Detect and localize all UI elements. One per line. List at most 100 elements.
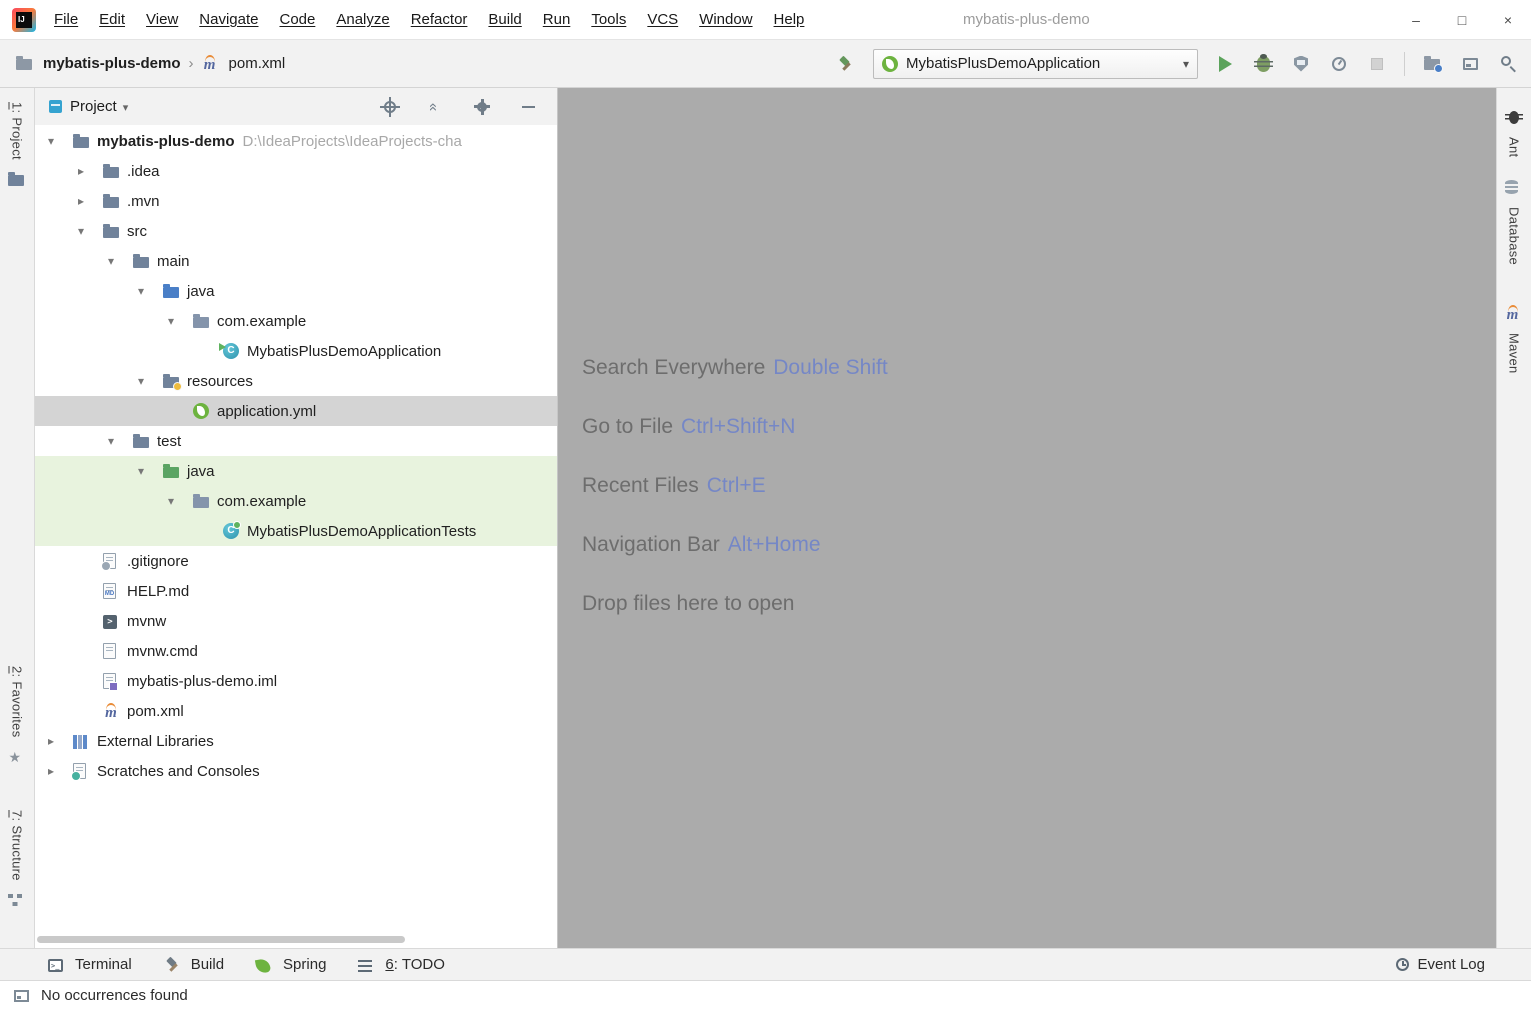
menu-item-tools[interactable]: Tools <box>591 11 626 28</box>
folder-icon <box>133 257 149 268</box>
toolwindow-button-terminal[interactable]: Terminal <box>48 956 132 974</box>
tree-item-label: java <box>187 283 215 300</box>
toolwindow-button-structure[interactable]: 7: Structure <box>0 810 34 910</box>
menu-item-help[interactable]: Help <box>774 11 805 28</box>
toolwindow-button-ant[interactable]: Ant <box>1497 108 1531 157</box>
tree-item-mybatisplusdemoapplicationtests[interactable]: MybatisPlusDemoApplicationTests <box>35 516 557 546</box>
todo-icon <box>358 960 372 972</box>
run-button[interactable] <box>1214 53 1236 75</box>
settings-button[interactable] <box>471 96 493 118</box>
chevron-down-icon[interactable]: ▾ <box>105 434 133 448</box>
coverage-button[interactable] <box>1290 53 1312 75</box>
chevron-right-icon[interactable]: ▸ <box>75 194 103 208</box>
hammer-icon <box>837 55 855 73</box>
file-icon <box>103 643 116 659</box>
chevron-down-icon[interactable]: ▾ <box>105 254 133 268</box>
locate-file-button[interactable] <box>379 96 401 118</box>
menu-item-refactor[interactable]: Refactor <box>411 11 468 28</box>
build-project-button[interactable] <box>835 53 857 75</box>
menu-item-navigate[interactable]: Navigate <box>199 11 258 28</box>
debug-button[interactable] <box>1252 53 1274 75</box>
chevron-right-icon[interactable]: ▸ <box>45 764 73 778</box>
tree-item-label: test <box>157 433 181 450</box>
collapse-all-button[interactable] <box>425 96 447 118</box>
tree-item-mybatis-plus-demo-iml[interactable]: mybatis-plus-demo.iml <box>35 666 557 696</box>
tree-item-gitignore[interactable]: .gitignore <box>35 546 557 576</box>
tree-item-mybatis-plus-demo[interactable]: ▾mybatis-plus-demoD:\IdeaProjects\IdeaPr… <box>35 126 557 156</box>
profiler-button[interactable] <box>1328 53 1350 75</box>
folder-icon <box>73 137 89 148</box>
hint-shortcut: Alt+Home <box>728 533 821 556</box>
event-log-label: Event Log <box>1417 956 1485 973</box>
iml-icon <box>103 673 116 689</box>
status-bar: No occurrences found <box>0 980 1531 1010</box>
run-configuration-select[interactable]: MybatisPlusDemoApplication <box>873 49 1198 79</box>
menu-item-window[interactable]: Window <box>699 11 752 28</box>
toolwindow-button-project[interactable]: 1: Project <box>0 102 34 189</box>
tree-item-application-yml[interactable]: application.yml <box>35 396 557 426</box>
tree-item-main[interactable]: ▾ main <box>35 246 557 276</box>
chevron-right-icon[interactable]: ▸ <box>75 164 103 178</box>
tree-item-com-example[interactable]: ▾com.example <box>35 306 557 336</box>
chevron-down-icon[interactable]: ▾ <box>165 314 193 328</box>
tree-item-com-example[interactable]: ▾com.example <box>35 486 557 516</box>
toolwindow-button-spring[interactable]: Spring <box>256 956 326 974</box>
maximize-button[interactable]: □ <box>1439 0 1485 39</box>
menu-item-code[interactable]: Code <box>279 11 315 28</box>
menu-item-analyze[interactable]: Analyze <box>336 11 389 28</box>
chevron-down-icon[interactable]: ▾ <box>165 494 193 508</box>
tree-item-mvnw-cmd[interactable]: mvnw.cmd <box>35 636 557 666</box>
close-button[interactable]: × <box>1485 0 1531 39</box>
tree-item-java[interactable]: ▾ java <box>35 276 557 306</box>
tree-item-label: main <box>157 253 190 270</box>
project-structure-button[interactable] <box>1421 53 1443 75</box>
chevron-down-icon[interactable]: ▾ <box>75 224 103 238</box>
hint-label: Navigation Bar <box>582 533 720 556</box>
toolwindow-button-database[interactable]: Database <box>1497 178 1531 265</box>
tree-item-label: mvnw <box>127 613 166 630</box>
tree-item-external-libraries[interactable]: ▸External Libraries <box>35 726 557 756</box>
restore-layout-button[interactable] <box>1459 53 1481 75</box>
toolwindow-button-event-log[interactable]: Event Log <box>1396 956 1485 973</box>
stop-button[interactable] <box>1366 53 1388 75</box>
horizontal-scrollbar[interactable] <box>37 936 405 943</box>
toolwindow-button-favorites[interactable]: 2: Favorites <box>0 666 34 767</box>
toolwindow-button-maven[interactable]: Maven <box>1497 304 1531 374</box>
editor-hint: Go to FileCtrl+Shift+N <box>582 415 888 439</box>
tree-item-pom-xml[interactable]: pom.xml <box>35 696 557 726</box>
project-view-dropdown[interactable]: Project <box>62 98 128 116</box>
menu-item-vcs[interactable]: VCS <box>647 11 678 28</box>
tree-item-mybatisplusdemoapplication[interactable]: MybatisPlusDemoApplication <box>35 336 557 366</box>
toolwindow-button-todo[interactable]: 6: TODO <box>358 956 444 974</box>
navigation-toolbar: mybatis-plus-demo › pom.xml MybatisPlusD… <box>0 40 1531 88</box>
chevron-down-icon[interactable]: ▾ <box>135 284 163 298</box>
menu-item-file[interactable]: File <box>54 11 78 28</box>
breadcrumb-separator: › <box>189 55 194 72</box>
tree-item-help-md[interactable]: HELP.md <box>35 576 557 606</box>
toolwindow-button-build[interactable]: Build <box>164 956 224 974</box>
tree-item-java[interactable]: ▾java <box>35 456 557 486</box>
chevron-down-icon[interactable]: ▾ <box>135 374 163 388</box>
toolwindow-toggle-icon[interactable] <box>14 990 29 1002</box>
menu-item-view[interactable]: View <box>146 11 178 28</box>
tree-item-src[interactable]: ▾src <box>35 216 557 246</box>
menu-item-run[interactable]: Run <box>543 11 571 28</box>
search-everywhere-button[interactable] <box>1497 53 1519 75</box>
chevron-right-icon[interactable]: ▸ <box>45 734 73 748</box>
tree-item-idea[interactable]: ▸.idea <box>35 156 557 186</box>
chevron-down-icon <box>1183 55 1189 72</box>
tree-item-mvn[interactable]: ▸.mvn <box>35 186 557 216</box>
menu-item-edit[interactable]: Edit <box>99 11 125 28</box>
breadcrumb: mybatis-plus-demo › pom.xml <box>0 55 285 73</box>
breadcrumb-file[interactable]: pom.xml <box>229 55 286 72</box>
minimize-button[interactable]: – <box>1393 0 1439 39</box>
breadcrumb-project[interactable]: mybatis-plus-demo <box>43 55 181 72</box>
tree-item-test[interactable]: ▾ test <box>35 426 557 456</box>
chevron-down-icon[interactable]: ▾ <box>45 134 73 148</box>
chevron-down-icon[interactable]: ▾ <box>135 464 163 478</box>
tree-item-mvnw[interactable]: mvnw <box>35 606 557 636</box>
tree-item-resources[interactable]: ▾resources <box>35 366 557 396</box>
menu-item-build[interactable]: Build <box>488 11 521 28</box>
hide-panel-button[interactable] <box>517 96 539 118</box>
tree-item-scratches-and-consoles[interactable]: ▸Scratches and Consoles <box>35 756 557 786</box>
